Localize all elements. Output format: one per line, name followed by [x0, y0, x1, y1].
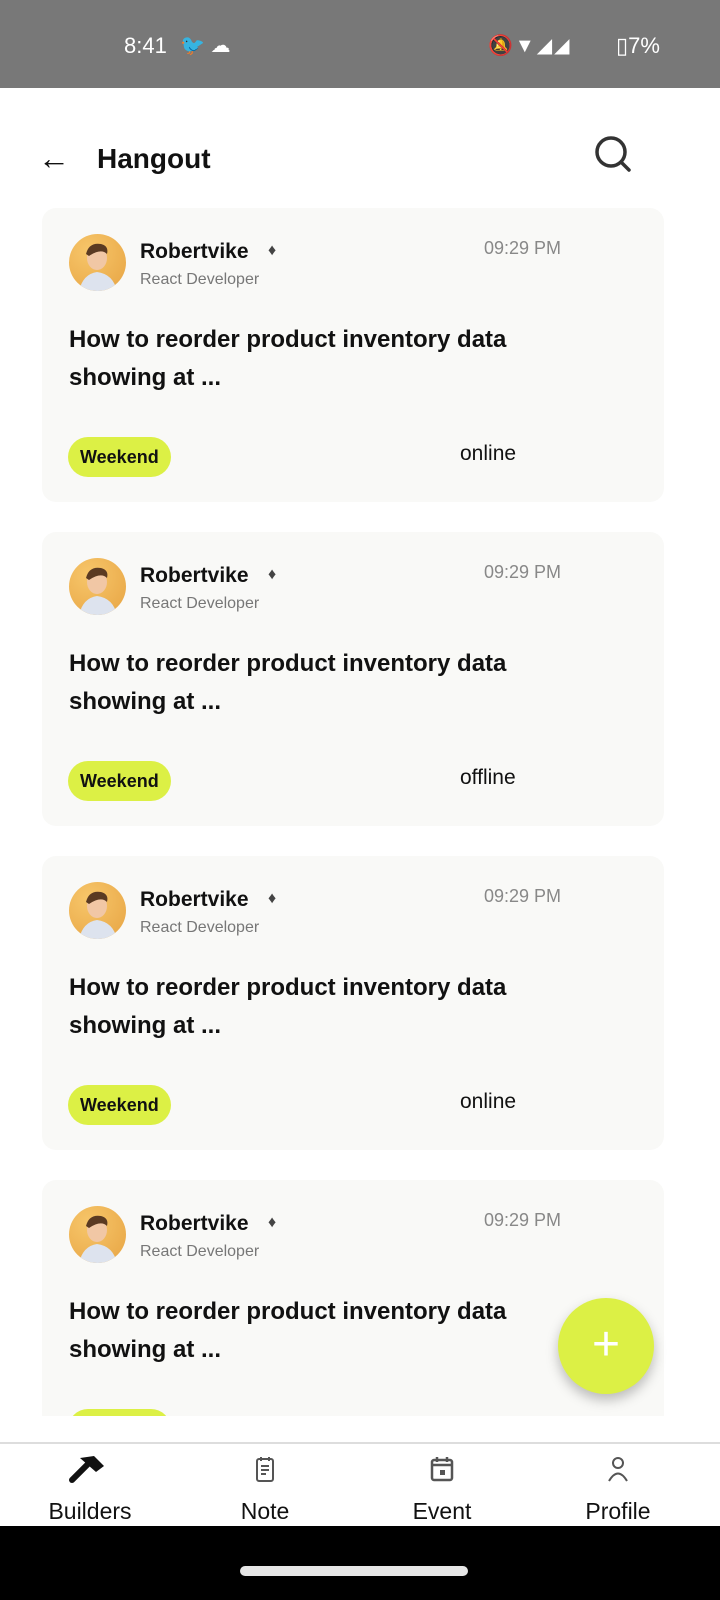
avatar[interactable] [69, 882, 126, 939]
status-text: online [460, 442, 517, 465]
status-text: online [460, 1090, 517, 1113]
plus-icon: + [591, 1318, 621, 1371]
post-list[interactable]: Robertvike ♦ React Developer 09:29 PM Ho… [0, 208, 720, 1416]
tag-badge: Weekend [68, 1409, 171, 1416]
author-name: Robertvike [140, 888, 249, 911]
calendar-icon [430, 1457, 454, 1482]
tab-label: Note [240, 1498, 290, 1524]
ethereum-icon: ♦ [268, 242, 277, 259]
tag-badge: Weekend [68, 1085, 171, 1125]
hammer-icon [69, 1456, 104, 1483]
tab-event[interactable]: Event [352, 1444, 532, 1528]
add-post-button[interactable]: + [558, 1298, 654, 1394]
tab-note[interactable]: Note [175, 1444, 355, 1528]
post-card[interactable]: Robertvike ♦ React Developer 09:29 PM Ho… [42, 532, 664, 826]
battery-level: 7% [628, 33, 660, 58]
post-title: How to reorder product inventory data sh… [69, 650, 507, 715]
tag-badge: Weekend [68, 761, 171, 801]
post-title: How to reorder product inventory data sh… [69, 326, 507, 391]
post-time: 09:29 PM [484, 238, 562, 258]
system-nav-bar [0, 1526, 720, 1600]
status-text: offline [460, 766, 516, 789]
ethereum-icon: ♦ [268, 566, 277, 583]
page-title: Hangout [97, 143, 211, 174]
post-card[interactable]: Robertvike ♦ React Developer 09:29 PM Ho… [42, 208, 664, 502]
note-icon [256, 1457, 274, 1482]
author-name: Robertvike [140, 1212, 249, 1235]
author-role: React Developer [140, 1243, 260, 1260]
avatar[interactable] [69, 558, 126, 615]
post-card[interactable]: Robertvike ♦ React Developer 09:29 PM Ho… [42, 856, 664, 1150]
battery: ▯7% [616, 33, 660, 58]
post-title: How to reorder product inventory data sh… [69, 974, 507, 1039]
bottom-nav: Builders Note Event Profile [0, 1442, 720, 1526]
system-icons: 🔕▼◢◢ [488, 35, 572, 57]
post-title: How to reorder product inventory data sh… [69, 1298, 507, 1363]
app-header: ← Hangout [0, 88, 720, 208]
search-icon[interactable] [593, 134, 633, 174]
tab-label: Event [412, 1498, 472, 1524]
author-role: React Developer [140, 271, 260, 288]
home-indicator[interactable] [240, 1566, 468, 1576]
author-role: React Developer [140, 919, 260, 936]
tab-builders[interactable]: Builders [0, 1444, 180, 1528]
notification-icons: 🐦 ☁ [180, 35, 231, 57]
author-name: Robertvike [140, 564, 249, 587]
clock: 8:41 [124, 33, 167, 58]
back-arrow-icon[interactable]: ← [38, 140, 70, 177]
ethereum-icon: ♦ [268, 890, 277, 907]
post-card[interactable]: Robertvike ♦ React Developer 09:29 PM Ho… [42, 1180, 664, 1416]
author-role: React Developer [140, 595, 260, 612]
tab-profile[interactable]: Profile [528, 1444, 708, 1528]
post-time: 09:29 PM [484, 1210, 562, 1230]
tab-label: Builders [48, 1498, 132, 1524]
avatar[interactable] [69, 234, 126, 291]
ethereum-icon: ♦ [268, 1214, 277, 1231]
status-bar: 8:41 🐦 ☁ 🔕▼◢◢ ▯7% [0, 0, 720, 88]
post-time: 09:29 PM [484, 886, 562, 906]
tab-label: Profile [585, 1498, 651, 1524]
post-time: 09:29 PM [484, 562, 562, 582]
author-name: Robertvike [140, 240, 249, 263]
avatar[interactable] [69, 1206, 126, 1263]
tag-badge: Weekend [68, 437, 171, 477]
person-icon [608, 1457, 628, 1482]
